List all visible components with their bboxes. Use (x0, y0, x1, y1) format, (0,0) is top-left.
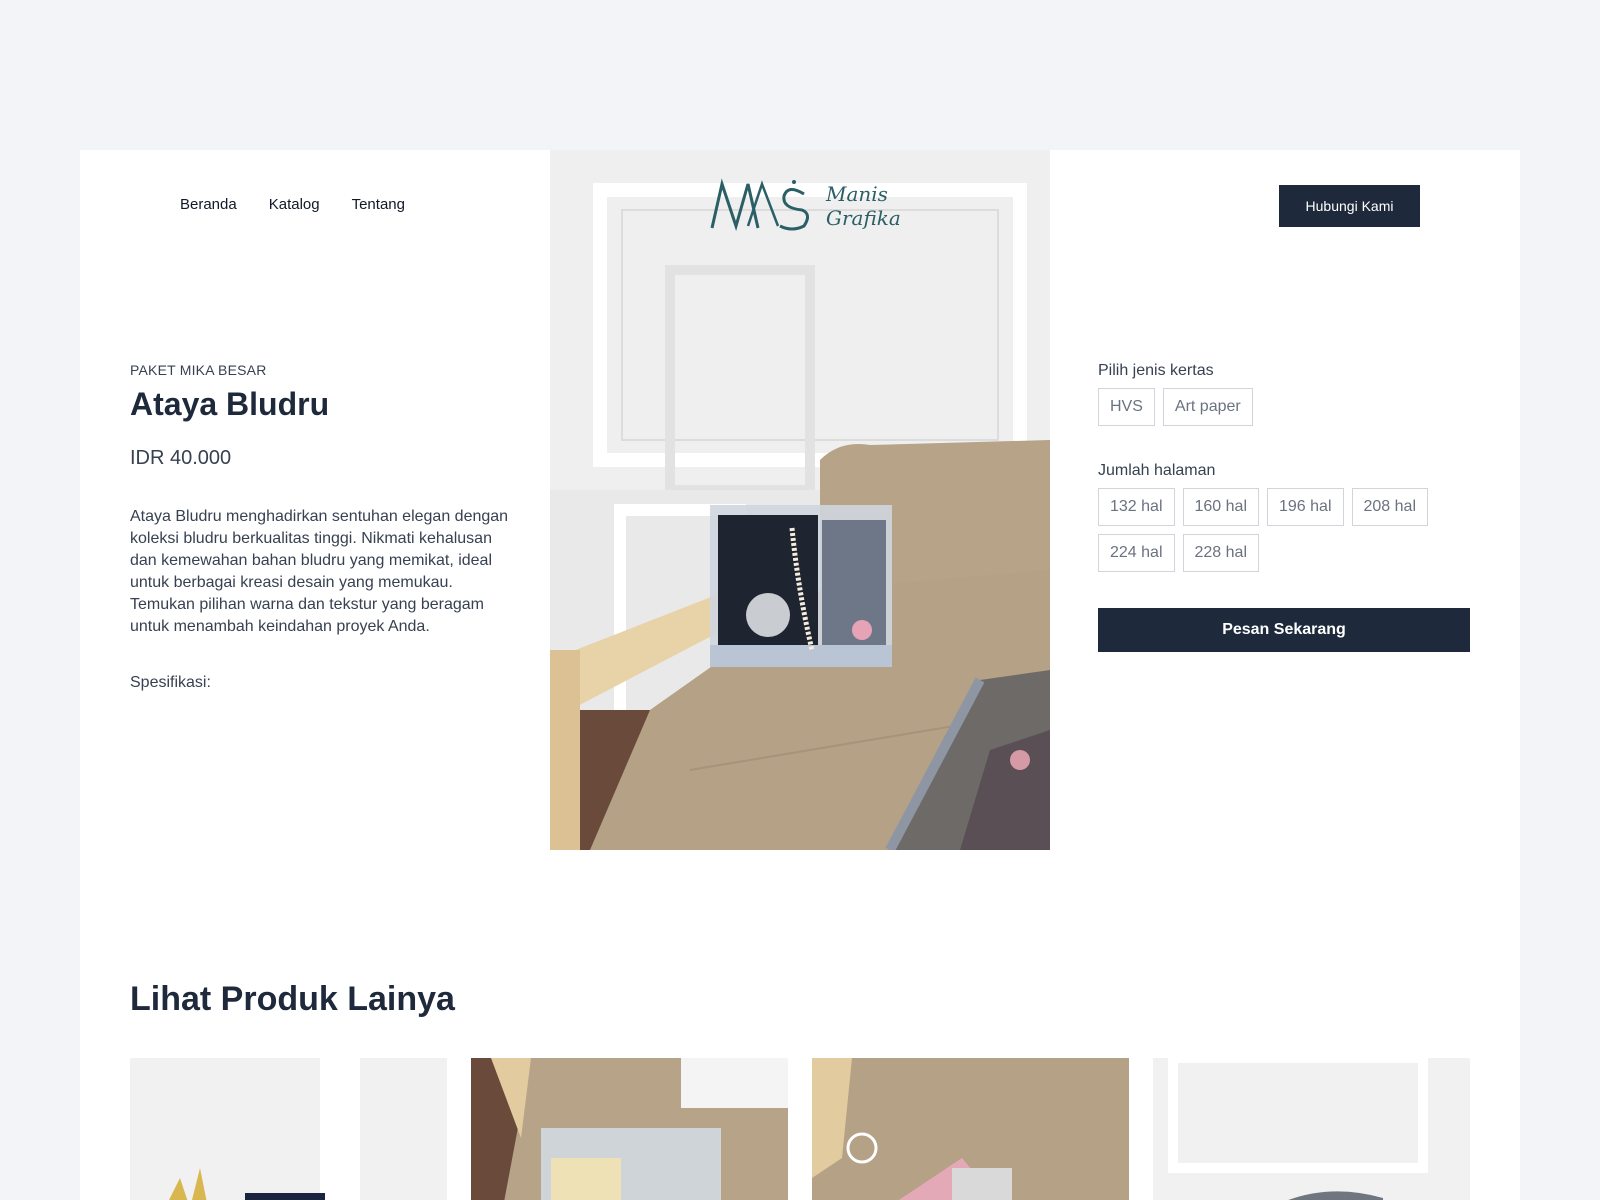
paper-type-options: HVS Art paper (1098, 388, 1470, 426)
related-product-card[interactable] (130, 1058, 447, 1200)
product-page-card: Beranda Katalog Tentang Manis Grafika Hu… (80, 150, 1520, 1200)
page-count-options: 132 hal 160 hal 196 hal 208 hal 224 hal … (1098, 488, 1438, 572)
product-hero-image: Manis Grafika (550, 150, 1050, 850)
related-products-title: Lihat Produk Lainya (130, 980, 455, 1018)
page-option-224[interactable]: 224 hal (1098, 534, 1175, 572)
page-option-196[interactable]: 196 hal (1267, 488, 1344, 526)
related-product-card[interactable] (812, 1058, 1129, 1200)
product-title: Ataya Bludru (130, 386, 330, 422)
related-product-card[interactable] (471, 1058, 788, 1200)
order-now-button[interactable]: Pesan Sekarang (1098, 608, 1470, 652)
page-option-208[interactable]: 208 hal (1351, 488, 1428, 526)
related-product-card[interactable] (1153, 1058, 1470, 1200)
related-products-grid (130, 1058, 1470, 1200)
paper-type-label: Pilih jenis kertas (1098, 362, 1214, 379)
product-price: IDR 40.000 (130, 447, 232, 469)
related-product-image (1153, 1058, 1470, 1200)
related-product-image (130, 1058, 447, 1200)
paper-option-art-paper[interactable]: Art paper (1162, 388, 1253, 426)
product-spec-label: Spesifikasi: (130, 674, 211, 691)
page-option-160[interactable]: 160 hal (1182, 488, 1259, 526)
page-option-132[interactable]: 132 hal (1098, 488, 1175, 526)
brand-logo[interactable]: Manis Grafika (708, 176, 901, 236)
product-info: PAKET MIKA BESAR Ataya Bludru IDR 40.000… (130, 362, 510, 692)
contact-button[interactable]: Hubungi Kami (1279, 185, 1420, 227)
brand-logo-line2: Grafika (826, 206, 901, 230)
nav-item-tentang[interactable]: Tentang (352, 196, 405, 213)
page-count-label: Jumlah halaman (1098, 462, 1216, 479)
related-product-image (471, 1058, 788, 1200)
main-nav: Beranda Katalog Tentang (180, 196, 405, 213)
product-description: Ataya Bludru menghadirkan sentuhan elega… (130, 508, 509, 635)
nav-item-katalog[interactable]: Katalog (269, 196, 320, 213)
page-option-228[interactable]: 228 hal (1182, 534, 1259, 572)
product-category: PAKET MIKA BESAR (130, 362, 267, 378)
product-options: Pilih jenis kertas HVS Art paper Jumlah … (1098, 362, 1470, 652)
brand-logo-line1: Manis (826, 182, 888, 206)
paper-option-hvs[interactable]: HVS (1098, 388, 1155, 426)
related-product-image (812, 1058, 1129, 1200)
nav-item-beranda[interactable]: Beranda (180, 196, 237, 213)
